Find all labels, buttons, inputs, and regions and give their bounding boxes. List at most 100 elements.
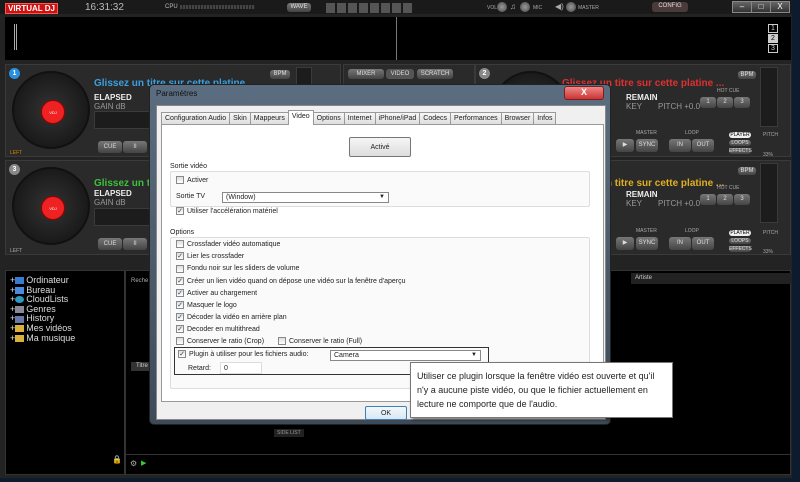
hot-cue-3[interactable]: 3 [734,194,750,205]
effects-button[interactable]: EFFECTS [729,246,752,252]
hot-cue-1[interactable]: 1 [700,194,716,205]
plugin-checkbox[interactable]: ✓ Plugin à utiliser pour les fichiers aud… [178,350,308,362]
bpm-button[interactable]: BPM [738,167,756,175]
close-button[interactable]: X [770,1,790,13]
sync-button[interactable]: SYNC [636,237,658,250]
vol-knob[interactable] [497,2,507,12]
checkbox-checked: ✓ [176,276,184,285]
clock: 16:31:32 [85,2,124,13]
player-button[interactable]: PLAYER [729,132,751,138]
deck-number: 2 [479,68,490,79]
config-button[interactable]: CONFIG [652,2,688,12]
option-checkbox[interactable]: ✓ Masquer le logo [176,301,406,313]
delay-input[interactable]: 0 [220,362,262,374]
master-label: MASTER [578,5,599,11]
tree-item-genres[interactable]: + Genres [6,304,124,314]
pause-button[interactable]: II [123,238,147,250]
loop-out-button[interactable]: OUT [692,237,714,250]
bpm-button[interactable]: BPM [738,71,756,79]
activer-checkbox[interactable]: Activer [176,176,208,188]
mic-label: MIC [533,5,543,11]
mic-knob[interactable] [520,2,530,12]
vol-label: VOL [487,5,498,11]
loops-button[interactable]: LOOPS [729,140,751,146]
mixer-tab[interactable]: MIXER [348,69,384,79]
pause-button[interactable]: II [123,141,147,153]
option-checkbox[interactable]: ✓ Activer au chargement [176,288,406,301]
tree-item-history[interactable]: + History [6,313,124,323]
pitch-value: PITCH +0.0 [658,102,701,111]
pitch-slider[interactable] [760,67,778,127]
chevron-down-icon: ▼ [379,194,385,200]
key-label: KEY [626,199,643,208]
lock-icon[interactable]: 🔒 [112,455,122,464]
view-3-button[interactable]: 3 [768,44,778,53]
option-label: Lier les crossfader [187,253,245,261]
play-button[interactable]: ▶ [616,237,634,250]
loop-out-button[interactable]: OUT [692,139,714,152]
tab-video[interactable]: Video [287,110,314,125]
effects-button[interactable]: EFFECTS [729,148,752,154]
tree-item-mes-videos[interactable]: + Mes vidéos [6,323,124,333]
option-label: Decoder en multithread [187,326,260,334]
pitch-slider[interactable] [760,163,778,223]
tree-item-bureau[interactable]: + Bureau [6,285,124,295]
bpm-button[interactable]: BPM [270,70,290,79]
view-2-button[interactable]: 2 [768,34,778,43]
option-label: Crossfader vidéo automatique [187,241,281,248]
hot-cue-2[interactable]: 2 [717,97,733,108]
speaker-icon: ◀) [555,2,564,11]
dialog-close-button[interactable]: X [564,86,604,100]
loop-label: LOOP [685,130,699,136]
view-1-button[interactable]: 1 [768,24,778,33]
folder-icon [15,334,25,342]
option-checkbox[interactable]: Fondu noir sur les sliders de volume [176,264,406,276]
cue-button[interactable]: CUE [98,141,122,153]
option-checkbox[interactable]: ✓ Lier les crossfader [176,252,406,264]
player-button[interactable]: PLAYER [729,230,751,236]
video-tab[interactable]: VIDEO [386,69,414,79]
hot-cue-3[interactable]: 3 [734,97,750,108]
loops-button[interactable]: LOOPS [729,238,751,244]
maximize-button[interactable]: □ [751,1,771,13]
sortie-tv-select[interactable]: (Window) ▼ [222,192,389,203]
cue-button[interactable]: CUE [98,238,122,250]
tree-item-cloudlists[interactable]: + CloudLists [6,294,124,304]
play-icon[interactable]: ▶ [141,459,146,467]
waveform-cursor [14,24,17,50]
activate-button[interactable]: Activé [349,137,411,157]
jog-wheel[interactable]: VDJ [12,71,90,149]
option-checkbox[interactable]: Crossfader vidéo automatique [176,240,406,252]
settings-icon[interactable]: ⚙ [130,459,137,468]
hot-cue-label: HOT CUE [717,88,740,94]
minimize-button[interactable]: – [732,1,752,13]
wave-button[interactable]: WAVE [287,3,311,12]
plugin-select[interactable]: Camera ▼ [330,350,481,361]
option-checkbox[interactable]: ✓ Décoder la vidéo en arrière plan [176,313,406,325]
sync-button[interactable]: SYNC [636,139,658,152]
layout-grid[interactable] [326,3,412,13]
loop-in-button[interactable]: IN [669,139,691,152]
option-label: Créer un lien vidéo quand on dépose une … [187,277,406,285]
ok-button[interactable]: OK [365,406,407,420]
option-checkbox[interactable]: ✓ Decoder en multithread [176,325,406,337]
checkbox-checked: ✓ [176,325,184,334]
checkbox [176,176,184,185]
master-knob[interactable] [566,2,576,12]
acceleration-checkbox[interactable]: ✓ Utiliser l'accélération matériel [176,207,278,219]
hot-cue-2[interactable]: 2 [717,194,733,205]
play-button[interactable]: ▶ [616,139,634,152]
tree-item-ordinateur[interactable]: + Ordinateur [6,275,124,285]
column-artist[interactable]: Artiste [631,273,791,284]
scratch-tab[interactable]: SCRATCH [417,69,453,79]
hot-cue-label: HOT CUE [717,185,740,191]
waveform-display[interactable] [5,17,791,60]
jog-wheel[interactable]: VDJ [12,167,90,245]
hot-cue-1[interactable]: 1 [700,97,716,108]
options-label: Options [170,229,195,236]
elapsed-label: ELAPSED [94,189,132,198]
tree-item-ma-musique[interactable]: + Ma musique [6,333,124,343]
loop-in-button[interactable]: IN [669,237,691,250]
option-checkbox[interactable]: ✓ Créer un lien vidéo quand on dépose une… [176,276,406,289]
sidelist-button[interactable]: SIDE LIST [274,429,304,437]
